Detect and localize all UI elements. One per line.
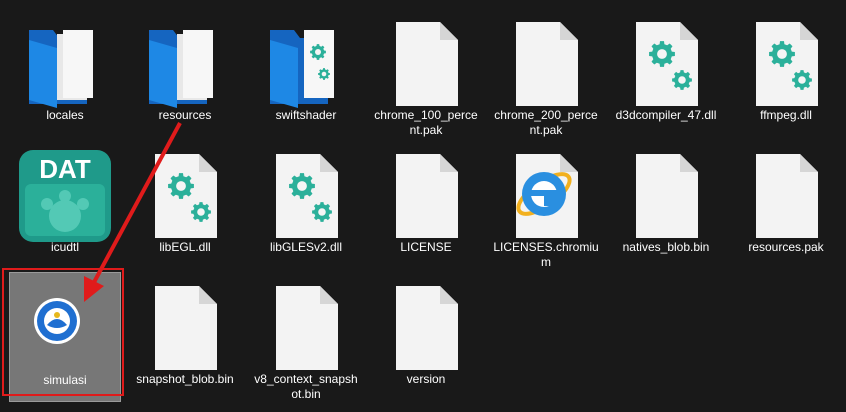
file-item-chrome-200-percent-pak[interactable]: chrome_200_percent.pak [490,8,602,138]
dat-label: DAT [39,154,91,184]
file-item-v8-context-snapshot-bin[interactable]: v8_context_snapshot.bin [250,272,362,402]
file-item-locales[interactable]: locales [9,8,121,138]
file-item-swiftshader[interactable]: swiftshader [250,8,362,138]
file-name-label: resources.pak [748,240,824,254]
file-name-label: chrome_200_percent.pak [494,108,598,137]
file-name-label: locales [46,108,84,122]
file-name-label: chrome_100_percent.pak [374,108,478,137]
file-icon [618,16,714,112]
folder-icon [17,16,113,112]
file-item-ffmpeg-dll[interactable]: ffmpeg.dll [730,8,842,138]
file-name-label: d3dcompiler_47.dll [615,108,717,122]
file-name-label: natives_blob.bin [622,240,710,254]
file-icon [738,148,834,244]
file-name-label: libGLESv2.dll [269,240,343,254]
file-icon [738,16,834,112]
file-icon [498,148,594,244]
file-item-d3dcompiler-47-dll[interactable]: d3dcompiler_47.dll [610,8,722,138]
file-icon [618,148,714,244]
file-name-label: v8_context_snapshot.bin [254,372,358,401]
folder-icon [258,16,354,112]
folder-icon [137,16,233,112]
file-item-chrome-100-percent-pak[interactable]: chrome_100_percent.pak [370,8,482,138]
file-item-natives-blob-bin[interactable]: natives_blob.bin [610,140,722,270]
file-name-label: LICENSES.chromium [493,240,599,269]
file-item-licenses-chromium[interactable]: LICENSES.chromium [490,140,602,270]
file-icon [258,280,354,376]
file-icon [498,16,594,112]
file-name-label: LICENSE [400,240,452,254]
file-item-libglesv2-dll[interactable]: libGLESv2.dll [250,140,362,270]
file-item-snapshot-blob-bin[interactable]: snapshot_blob.bin [129,272,241,402]
file-icon [378,280,474,376]
file-item-simulasi[interactable]: simulasi [9,272,121,402]
app-icon [17,281,113,377]
file-item-license[interactable]: LICENSE [370,140,482,270]
file-item-icudtl[interactable]: DAT icudtl [9,140,121,270]
file-item-resources[interactable]: resources [129,8,241,138]
file-name-label: swiftshader [275,108,337,122]
file-icon [137,148,233,244]
file-icon [378,16,474,112]
file-item-libegl-dll[interactable]: libEGL.dll [129,140,241,270]
file-icon [137,280,233,376]
file-name-label: ffmpeg.dll [760,108,812,122]
file-item-version[interactable]: version [370,272,482,402]
file-name-label: simulasi [43,373,87,387]
file-icon [258,148,354,244]
file-icon [378,148,474,244]
file-name-label: resources [158,108,212,122]
file-icon: DAT [17,148,113,244]
file-name-label: icudtl [50,240,79,254]
file-name-label: libEGL.dll [159,240,211,254]
file-name-label: version [406,372,446,386]
file-item-resources-pak[interactable]: resources.pak [730,140,842,270]
file-name-label: snapshot_blob.bin [136,372,234,386]
